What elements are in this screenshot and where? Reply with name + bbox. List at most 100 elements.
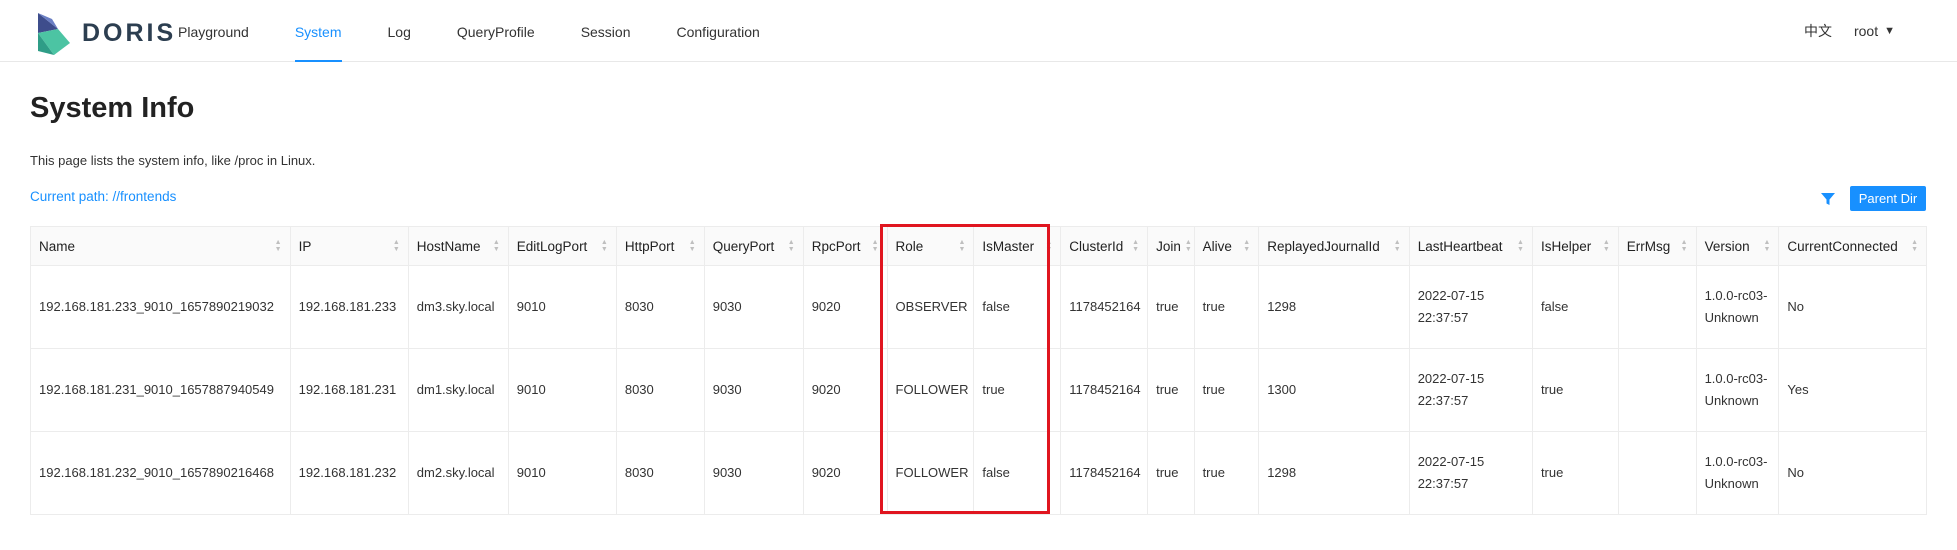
caret-down-icon: ▼ bbox=[1884, 25, 1895, 37]
column-header-label: IsMaster bbox=[982, 238, 1035, 254]
nav-queryprofile[interactable]: QueryProfile bbox=[457, 0, 535, 62]
column-header-replayedjournalid[interactable]: ReplayedJournalId ▲ ▼ bbox=[1258, 226, 1410, 266]
column-header-errmsg[interactable]: ErrMsg ▲ ▼ bbox=[1617, 226, 1697, 266]
doris-logo[interactable]: DORIS bbox=[34, 10, 176, 56]
column-header-httpport[interactable]: HttpPort ▲ ▼ bbox=[615, 226, 705, 266]
column-header-join[interactable]: Join ▲ ▼ bbox=[1147, 226, 1195, 266]
table-cell-rpcport: 9020 bbox=[802, 431, 888, 515]
column-header-label: QueryPort bbox=[712, 238, 775, 254]
table-cell-lastheartbeat: 2022-07-15 22:37:57 bbox=[1408, 431, 1533, 515]
sort-icon[interactable]: ▲ ▼ bbox=[872, 239, 879, 253]
table-cell-currentconnected: No bbox=[1778, 265, 1927, 349]
current-path-link[interactable]: Current path: //frontends bbox=[30, 189, 176, 204]
table-cell-replayedjournalid: 1300 bbox=[1258, 348, 1410, 432]
sort-icon[interactable]: ▲ ▼ bbox=[1243, 239, 1250, 253]
column-header-inner: HostName ▲ ▼ bbox=[417, 239, 500, 254]
table-cell-currentconnected: Yes bbox=[1778, 348, 1927, 432]
column-header-queryport[interactable]: QueryPort ▲ ▼ bbox=[703, 226, 804, 266]
column-header-hostname[interactable]: HostName ▲ ▼ bbox=[407, 226, 509, 266]
sort-icon[interactable]: ▲ ▼ bbox=[601, 239, 608, 253]
table-body: 192.168.181.233_9010_1657890219032 192.16… bbox=[30, 265, 1927, 515]
column-header-editlogport[interactable]: EditLogPort ▲ ▼ bbox=[507, 226, 617, 266]
table-cell-ishelper: true bbox=[1531, 431, 1619, 515]
sort-icon[interactable]: ▲ ▼ bbox=[275, 239, 282, 253]
logo-text: DORIS bbox=[82, 18, 177, 47]
table-cell-join: true bbox=[1147, 348, 1195, 432]
column-header-inner: QueryPort ▲ ▼ bbox=[713, 239, 795, 254]
column-header-label: RpcPort bbox=[811, 238, 861, 254]
column-header-label: EditLogPort bbox=[516, 238, 588, 254]
table-header-row: Name ▲ ▼ IP ▲ ▼ HostName ▲ ▼ EditLogPort ▲ ▼ HttpPor… bbox=[30, 226, 1927, 266]
nav-playground[interactable]: Playground bbox=[178, 0, 249, 62]
user-menu[interactable]: root ▼ bbox=[1854, 23, 1895, 39]
column-header-inner: IsMaster ▲ ▼ bbox=[982, 239, 1052, 254]
table-cell-queryport: 9030 bbox=[703, 265, 804, 349]
sort-icon[interactable]: ▲ ▼ bbox=[1394, 239, 1401, 253]
table-row: 192.168.181.233_9010_1657890219032 192.16… bbox=[30, 265, 1927, 349]
column-header-ismaster[interactable]: IsMaster ▲ ▼ bbox=[973, 226, 1062, 266]
table-cell-editlogport: 9010 bbox=[507, 265, 617, 349]
sort-icon[interactable]: ▲ ▼ bbox=[493, 239, 500, 253]
sort-icon[interactable]: ▲ ▼ bbox=[1603, 239, 1610, 253]
table-cell-errmsg bbox=[1617, 265, 1697, 349]
table-cell-hostname: dm3.sky.local bbox=[407, 265, 509, 349]
column-header-label: CurrentConnected bbox=[1787, 238, 1898, 254]
sort-icon[interactable]: ▲ ▼ bbox=[393, 239, 400, 253]
column-header-alive[interactable]: Alive ▲ ▼ bbox=[1193, 226, 1260, 266]
column-header-label: Name bbox=[39, 238, 76, 254]
sort-icon[interactable]: ▲ ▼ bbox=[1517, 239, 1524, 253]
column-header-clusterid[interactable]: ClusterId ▲ ▼ bbox=[1060, 226, 1149, 266]
filter-icon[interactable] bbox=[1820, 191, 1836, 207]
table-cell-httpport: 8030 bbox=[615, 431, 705, 515]
column-header-label: IP bbox=[298, 238, 312, 254]
column-header-label: Join bbox=[1156, 238, 1181, 254]
sort-icon[interactable]: ▲ ▼ bbox=[788, 239, 795, 253]
column-header-inner: ReplayedJournalId ▲ ▼ bbox=[1267, 239, 1401, 254]
sort-icon[interactable]: ▲ ▼ bbox=[1045, 239, 1052, 253]
sort-icon[interactable]: ▲ ▼ bbox=[1681, 239, 1688, 253]
nav-configuration[interactable]: Configuration bbox=[677, 0, 760, 62]
sort-icon[interactable]: ▲ ▼ bbox=[958, 239, 965, 253]
table-cell-currentconnected: No bbox=[1778, 431, 1927, 515]
sort-icon[interactable]: ▲ ▼ bbox=[1185, 239, 1192, 253]
column-header-label: IsHelper bbox=[1540, 238, 1592, 254]
column-header-inner: EditLogPort ▲ ▼ bbox=[517, 239, 608, 254]
column-header-ip[interactable]: IP ▲ ▼ bbox=[289, 226, 409, 266]
nav-session[interactable]: Session bbox=[581, 0, 631, 62]
table-cell-version: 1.0.0-rc03-Unknown bbox=[1695, 265, 1780, 349]
column-header-lastheartbeat[interactable]: LastHeartbeat ▲ ▼ bbox=[1408, 226, 1533, 266]
table-cell-ip: 192.168.181.231 bbox=[289, 348, 409, 432]
nav-system[interactable]: System bbox=[294, 0, 342, 62]
table-row: 192.168.181.232_9010_1657890216468 192.16… bbox=[30, 431, 1927, 515]
column-header-inner: ClusterId ▲ ▼ bbox=[1069, 239, 1139, 254]
column-header-label: HttpPort bbox=[624, 238, 675, 254]
column-header-role[interactable]: Role ▲ ▼ bbox=[886, 226, 975, 266]
table-cell-ishelper: false bbox=[1531, 265, 1619, 349]
table-cell-hostname: dm2.sky.local bbox=[407, 431, 509, 515]
sort-icon[interactable]: ▲ ▼ bbox=[689, 239, 696, 253]
table-cell-role: FOLLOWER bbox=[886, 348, 975, 432]
column-header-label: LastHeartbeat bbox=[1417, 238, 1503, 254]
nav-log[interactable]: Log bbox=[388, 0, 411, 62]
column-header-inner: ErrMsg ▲ ▼ bbox=[1627, 239, 1688, 254]
column-header-inner: Alive ▲ ▼ bbox=[1203, 239, 1251, 254]
column-header-ishelper[interactable]: IsHelper ▲ ▼ bbox=[1531, 226, 1619, 266]
sort-icon[interactable]: ▲ ▼ bbox=[1911, 239, 1918, 253]
table-row: 192.168.181.231_9010_1657887940549 192.16… bbox=[30, 348, 1927, 432]
table-cell-hostname: dm1.sky.local bbox=[407, 348, 509, 432]
column-header-rpcport[interactable]: RpcPort ▲ ▼ bbox=[802, 226, 888, 266]
main-nav: Playground System Log QueryProfile Sessi… bbox=[178, 0, 806, 62]
column-header-version[interactable]: Version ▲ ▼ bbox=[1695, 226, 1780, 266]
sort-icon[interactable]: ▲ ▼ bbox=[1132, 239, 1139, 253]
table-cell-clusterid: 1178452164 bbox=[1060, 265, 1149, 349]
column-header-label: Alive bbox=[1202, 238, 1232, 254]
table-cell-queryport: 9030 bbox=[703, 431, 804, 515]
column-header-inner: CurrentConnected ▲ ▼ bbox=[1787, 239, 1918, 254]
sort-icon[interactable]: ▲ ▼ bbox=[1763, 239, 1770, 253]
column-header-currentconnected[interactable]: CurrentConnected ▲ ▼ bbox=[1778, 226, 1927, 266]
user-name: root bbox=[1853, 23, 1879, 39]
column-header-name[interactable]: Name ▲ ▼ bbox=[30, 226, 291, 266]
parent-dir-button[interactable]: Parent Dir bbox=[1850, 186, 1926, 211]
language-switch[interactable]: 中文 bbox=[1804, 21, 1832, 41]
table-cell-version: 1.0.0-rc03-Unknown bbox=[1695, 431, 1780, 515]
